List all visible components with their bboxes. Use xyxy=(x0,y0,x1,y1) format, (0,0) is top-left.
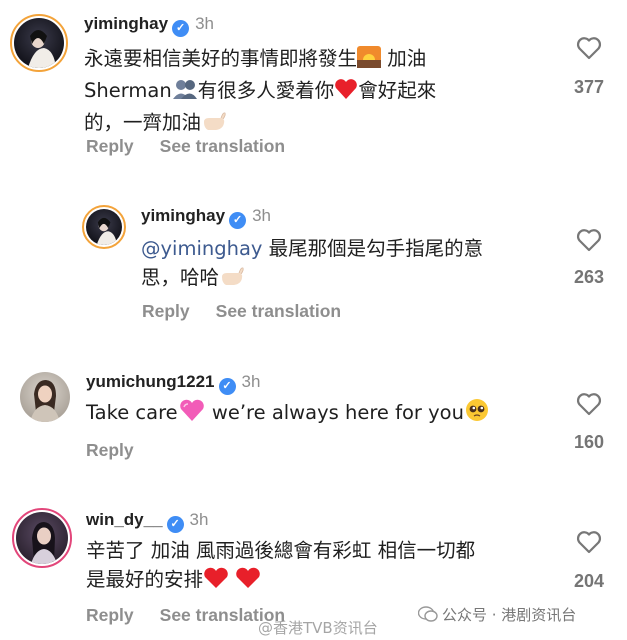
comment-username[interactable]: yumichung1221 ✓ 3h xyxy=(86,372,260,395)
verified-badge-icon: ✓ xyxy=(229,212,247,229)
like-count: 377 xyxy=(573,77,605,97)
avatar[interactable] xyxy=(20,372,70,422)
comment-time: 3h xyxy=(252,206,272,225)
heart-outline-icon[interactable] xyxy=(576,530,602,554)
verified-badge-icon: ✓ xyxy=(218,378,236,395)
comment-actions: Reply See translation xyxy=(142,301,367,322)
comment-text: Take care we’re always here for you xyxy=(86,398,546,430)
watermark-left: @香港TVB资讯台 xyxy=(258,619,378,637)
comment-username[interactable]: yiminghay ✓ 3h xyxy=(84,14,214,37)
verified-badge-icon: ✓ xyxy=(166,516,184,533)
comment-time: 3h xyxy=(195,14,215,33)
comment-text: 辛苦了 加油 風雨過後總會有彩虹 相信一切都 是最好的安排 xyxy=(86,536,556,597)
reply-button[interactable]: Reply xyxy=(86,605,134,625)
like-count: 204 xyxy=(573,571,605,591)
pink-heart-emoji xyxy=(178,398,206,430)
comment-actions: Reply See translation xyxy=(86,136,311,157)
red-heart-emoji xyxy=(235,567,261,597)
comment-username[interactable]: win_dy__ ✓ 3h xyxy=(86,510,208,533)
heart-outline-icon[interactable] xyxy=(576,392,602,416)
comment-actions: Reply xyxy=(86,440,160,461)
watermark-right: 公众号 · 港剧资讯台 xyxy=(417,604,576,627)
reply-button[interactable]: Reply xyxy=(86,440,134,460)
comment-time: 3h xyxy=(189,510,209,529)
avatar[interactable] xyxy=(82,205,126,249)
heart-outline-icon[interactable] xyxy=(576,228,602,252)
pinky-promise-emoji xyxy=(219,265,245,295)
reply-button[interactable]: Reply xyxy=(142,301,190,321)
reply-button[interactable]: Reply xyxy=(86,136,134,156)
red-heart-emoji xyxy=(334,78,358,108)
see-translation-button[interactable]: See translation xyxy=(160,136,285,156)
pleading-face-emoji xyxy=(464,398,490,430)
avatar[interactable] xyxy=(12,508,72,568)
comment-text: 永遠要相信美好的事情即將發生 加油 Sherman 有很多人愛着你 會好起來 的，一… xyxy=(84,44,534,140)
mention-link[interactable]: @yiminghay xyxy=(141,237,262,260)
like-count: 160 xyxy=(573,432,605,452)
sunrise-emoji xyxy=(357,46,382,76)
wechat-icon xyxy=(417,605,438,627)
verified-badge-icon: ✓ xyxy=(172,20,190,37)
like-count: 263 xyxy=(573,267,605,287)
see-translation-button[interactable]: See translation xyxy=(216,301,341,321)
heart-outline-icon[interactable] xyxy=(576,36,602,60)
comment-time: 3h xyxy=(241,372,261,391)
red-heart-emoji xyxy=(203,567,229,597)
comment-username[interactable]: yiminghay ✓ 3h xyxy=(141,206,271,229)
avatar[interactable] xyxy=(10,14,68,72)
comment-text: @yiminghay 最尾那個是勾手指尾的意 思，哈哈 xyxy=(141,234,561,295)
silhouette-emoji xyxy=(172,78,198,108)
